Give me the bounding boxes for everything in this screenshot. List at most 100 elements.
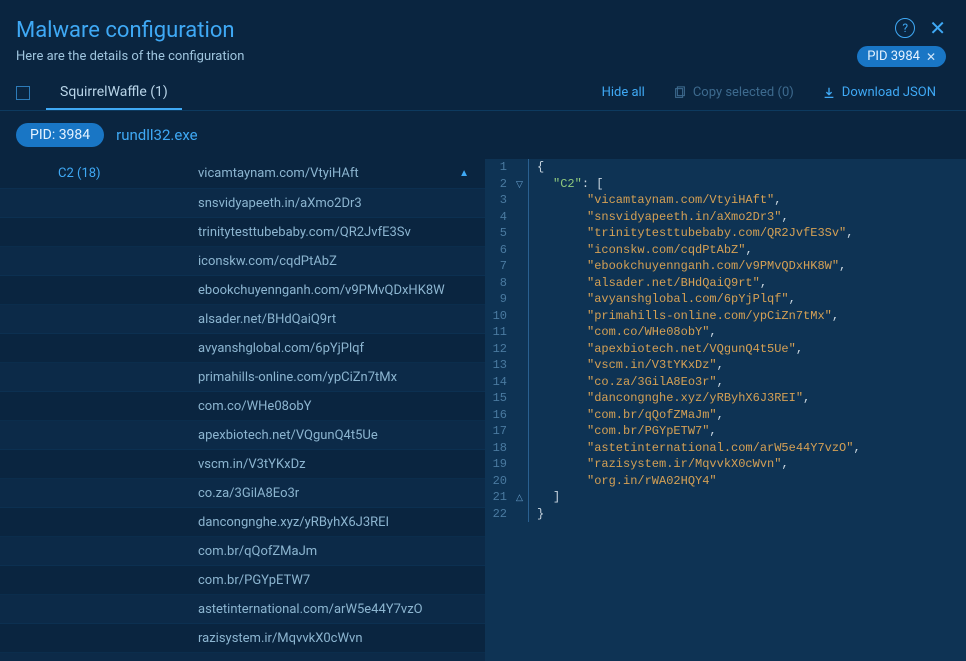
code-text: "org.in/rWA02HQY4": [529, 473, 717, 490]
fold-gutter: [515, 423, 529, 440]
code-text: "com.br/qQofZMaJm",: [529, 407, 724, 424]
chevron-up-icon[interactable]: ▲: [459, 168, 469, 179]
fold-gutter: ▽: [515, 176, 529, 193]
fold-gutter: [515, 159, 529, 176]
section-c2-header[interactable]: C2 (18) vicamtaynam.com/VtyiHAft ▲: [0, 159, 485, 189]
fold-gutter: △: [515, 489, 529, 506]
download-json-button[interactable]: Download JSON: [808, 85, 950, 100]
code-line: 17 "com.br/PGYpETW7",: [485, 423, 966, 440]
fold-gutter: [515, 407, 529, 424]
list-item[interactable]: snsvidyapeeth.in/aXmo2Dr3: [0, 189, 485, 218]
code-line: 1{: [485, 159, 966, 176]
select-all-checkbox[interactable]: [16, 86, 30, 100]
line-number: 5: [485, 225, 515, 242]
toolbar: SquirrelWaffle (1) Hide all Copy selecte…: [0, 75, 966, 111]
fold-icon[interactable]: ▽: [516, 177, 527, 188]
code-text: ]: [529, 489, 560, 506]
code-line: 3"vicamtaynam.com/VtyiHAft",: [485, 192, 966, 209]
code-line: 2▽"C2": [: [485, 176, 966, 193]
line-number: 17: [485, 423, 515, 440]
list-item[interactable]: alsader.net/BHdQaiQ9rt: [0, 305, 485, 334]
list-item[interactable]: apexbiotech.net/VQgunQ4t5Ue: [0, 421, 485, 450]
code-line: 4 "snsvidyapeeth.in/aXmo2Dr3",: [485, 209, 966, 226]
copy-selected-button[interactable]: Copy selected (0): [659, 85, 808, 100]
code-text: "snsvidyapeeth.in/aXmo2Dr3",: [529, 209, 789, 226]
fold-gutter: [515, 209, 529, 226]
list-item[interactable]: trinitytesttubebaby.com/QR2JvfE3Sv: [0, 218, 485, 247]
code-line: 5"trinitytesttubebaby.com/QR2JvfE3Sv",: [485, 225, 966, 242]
code-line: 15"dancongnghe.xyz/yRByhX6J3REI",: [485, 390, 966, 407]
line-number: 12: [485, 341, 515, 358]
remove-filter-icon[interactable]: ✕: [926, 50, 936, 64]
tab-label: SquirrelWaffle (1): [60, 84, 168, 100]
line-number: 9: [485, 291, 515, 308]
list-item[interactable]: com.co/WHe08obY: [0, 392, 485, 421]
download-icon: [822, 86, 836, 100]
code-text: "C2": [: [529, 176, 603, 193]
code-text: "astetinternational.com/arW5e44Y7vzO",: [529, 440, 861, 457]
line-number: 6: [485, 242, 515, 259]
fold-gutter: [515, 225, 529, 242]
code-text: "vicamtaynam.com/VtyiHAft",: [529, 192, 781, 209]
list-item[interactable]: avyanshglobal.com/6pYjPlqf: [0, 334, 485, 363]
code-text: "avyanshglobal.com/6pYjPlqf",: [529, 291, 796, 308]
tab-squirrelwaffle[interactable]: SquirrelWaffle (1): [46, 76, 182, 110]
fold-gutter: [515, 192, 529, 209]
code-line: 22}: [485, 506, 966, 523]
line-number: 4: [485, 209, 515, 226]
list-item[interactable]: razisystem.ir/MqvvkX0cWvn: [0, 624, 485, 653]
list-item[interactable]: com.br/PGYpETW7: [0, 566, 485, 595]
code-text: "com.co/WHe08obY",: [529, 324, 717, 341]
code-text: "co.za/3GilA8Eo3r",: [529, 374, 724, 391]
code-line: 9 "avyanshglobal.com/6pYjPlqf",: [485, 291, 966, 308]
code-line: 12 "apexbiotech.net/VQgunQ4t5Ue",: [485, 341, 966, 358]
list-item[interactable]: astetinternational.com/arW5e44Y7vzO: [0, 595, 485, 624]
list-item[interactable]: iconskw.com/cqdPtAbZ: [0, 247, 485, 276]
hide-all-button[interactable]: Hide all: [588, 85, 659, 100]
fold-icon[interactable]: △: [516, 490, 527, 501]
code-line: 13 "vscm.in/V3tYKxDz",: [485, 357, 966, 374]
fold-gutter: [515, 341, 529, 358]
list-item[interactable]: dancongnghe.xyz/yRByhX6J3REI: [0, 508, 485, 537]
json-viewer[interactable]: 1{2▽"C2": [3"vicamtaynam.com/VtyiHAft",4…: [485, 159, 966, 661]
fold-gutter: [515, 374, 529, 391]
fold-gutter: [515, 440, 529, 457]
code-line: 6 "iconskw.com/cqdPtAbZ",: [485, 242, 966, 259]
copy-icon: [673, 86, 687, 100]
list-item[interactable]: com.br/qQofZMaJm: [0, 537, 485, 566]
fold-gutter: [515, 473, 529, 490]
line-number: 16: [485, 407, 515, 424]
line-number: 13: [485, 357, 515, 374]
header-left: Malware configuration Here are the detai…: [16, 18, 895, 64]
code-text: "com.br/PGYpETW7",: [529, 423, 717, 440]
code-line: 18 "astetinternational.com/arW5e44Y7vzO",: [485, 440, 966, 457]
fold-gutter: [515, 324, 529, 341]
line-number: 19: [485, 456, 515, 473]
fold-gutter: [515, 258, 529, 275]
code-text: "apexbiotech.net/VQgunQ4t5Ue",: [529, 341, 803, 358]
pid-filter-badge[interactable]: PID 3984 ✕: [857, 46, 946, 67]
help-icon[interactable]: ?: [895, 18, 915, 38]
code-text: "vscm.in/V3tYKxDz",: [529, 357, 724, 374]
line-number: 8: [485, 275, 515, 292]
process-name: rundll32.exe: [116, 126, 197, 144]
line-number: 18: [485, 440, 515, 457]
list-item[interactable]: org.in/rWA02HQY4: [0, 653, 485, 661]
fold-gutter: [515, 506, 529, 523]
code-text: "razisystem.ir/MqvvkX0cWvn",: [529, 456, 789, 473]
code-text: "alsader.net/BHdQaiQ9rt",: [529, 275, 767, 292]
left-panel: C2 (18) vicamtaynam.com/VtyiHAft ▲ snsvi…: [0, 159, 485, 661]
line-number: 20: [485, 473, 515, 490]
code-line: 8 "alsader.net/BHdQaiQ9rt",: [485, 275, 966, 292]
pid-pill[interactable]: PID: 3984: [16, 123, 104, 147]
code-line: 11"com.co/WHe08obY",: [485, 324, 966, 341]
list-item[interactable]: vscm.in/V3tYKxDz: [0, 450, 485, 479]
code-text: "iconskw.com/cqdPtAbZ",: [529, 242, 753, 259]
dialog-title: Malware configuration: [16, 18, 895, 43]
line-number: 10: [485, 308, 515, 325]
code-text: "primahills-online.com/ypCiZn7tMx",: [529, 308, 839, 325]
close-icon[interactable]: ✕: [929, 18, 946, 38]
list-item[interactable]: primahills-online.com/ypCiZn7tMx: [0, 363, 485, 392]
list-item[interactable]: co.za/3GilA8Eo3r: [0, 479, 485, 508]
list-item[interactable]: ebookchuyennganh.com/v9PMvQDxHK8W: [0, 276, 485, 305]
